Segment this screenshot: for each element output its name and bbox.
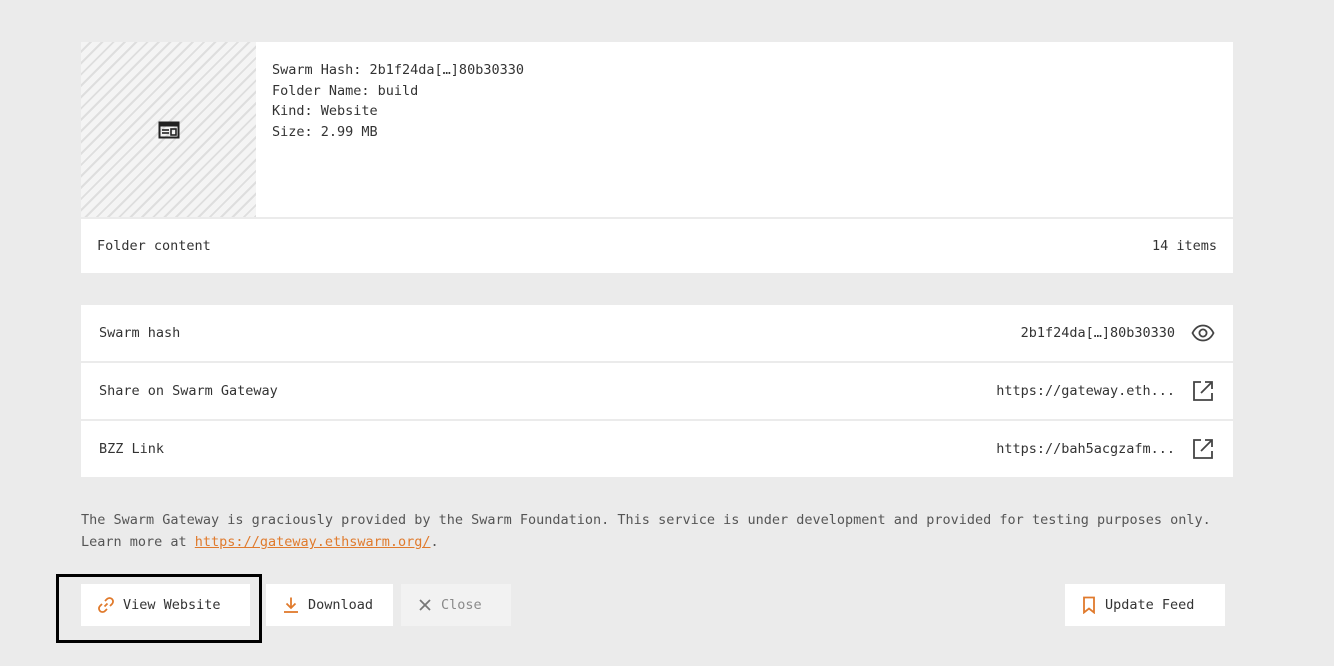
close-icon — [417, 597, 433, 613]
row-value: 2b1f24da[…]80b30330 — [1020, 325, 1175, 341]
size-text: Size: 2.99 MB — [272, 123, 378, 140]
gateway-link[interactable]: https://gateway.ethswarm.org/ — [195, 534, 431, 550]
swarm-hash-text: Swarm Hash: 2b1f24da[…]80b30330 — [272, 62, 524, 78]
close-label: Close — [441, 597, 482, 613]
folder-name-text: Folder Name: build — [272, 82, 419, 99]
share-gateway-row: Share on Swarm Gateway https://gateway.e… — [81, 363, 1233, 419]
disclaimer-end: . — [430, 534, 439, 550]
external-link-icon[interactable] — [1191, 437, 1215, 461]
row-label: Share on Swarm Gateway — [99, 383, 278, 399]
row-label: BZZ Link — [99, 441, 165, 457]
link-list: Swarm hash 2b1f24da[…]80b30330 Share on … — [81, 305, 1233, 479]
folder-item-count: 14 items — [1151, 238, 1217, 254]
row-label: Swarm hash — [99, 325, 181, 341]
row-value: https://bah5acgzafm... — [996, 441, 1175, 457]
external-link-icon[interactable] — [1191, 379, 1215, 403]
swarm-hash-row: Swarm hash 2b1f24da[…]80b30330 — [81, 305, 1233, 361]
view-website-button[interactable]: View Website — [81, 584, 250, 626]
website-icon — [158, 121, 180, 139]
update-feed-button[interactable]: Update Feed — [1065, 584, 1225, 626]
gateway-disclaimer: The Swarm Gateway is graciously provided… — [81, 509, 1241, 553]
eye-icon[interactable] — [1191, 321, 1215, 345]
file-preview-card: Swarm Hash: 2b1f24da[…]80b30330 Folder N… — [81, 42, 1233, 217]
file-metadata: Swarm Hash: 2b1f24da[…]80b30330 Folder N… — [256, 42, 540, 217]
close-button[interactable]: Close — [401, 584, 511, 626]
kind-text: Kind: Website — [272, 103, 378, 119]
link-icon — [97, 596, 115, 614]
download-icon — [282, 596, 300, 614]
row-value: https://gateway.eth... — [996, 383, 1175, 399]
folder-content-row[interactable]: Folder content 14 items — [81, 219, 1233, 273]
bookmark-icon — [1081, 596, 1097, 614]
download-label: Download — [308, 597, 374, 613]
folder-content-label: Folder content — [97, 238, 211, 254]
bzz-link-row: BZZ Link https://bah5acgzafm... — [81, 421, 1233, 477]
update-feed-label: Update Feed — [1105, 597, 1195, 613]
view-website-label: View Website — [123, 597, 221, 613]
thumbnail — [81, 42, 256, 217]
download-button[interactable]: Download — [266, 584, 393, 626]
